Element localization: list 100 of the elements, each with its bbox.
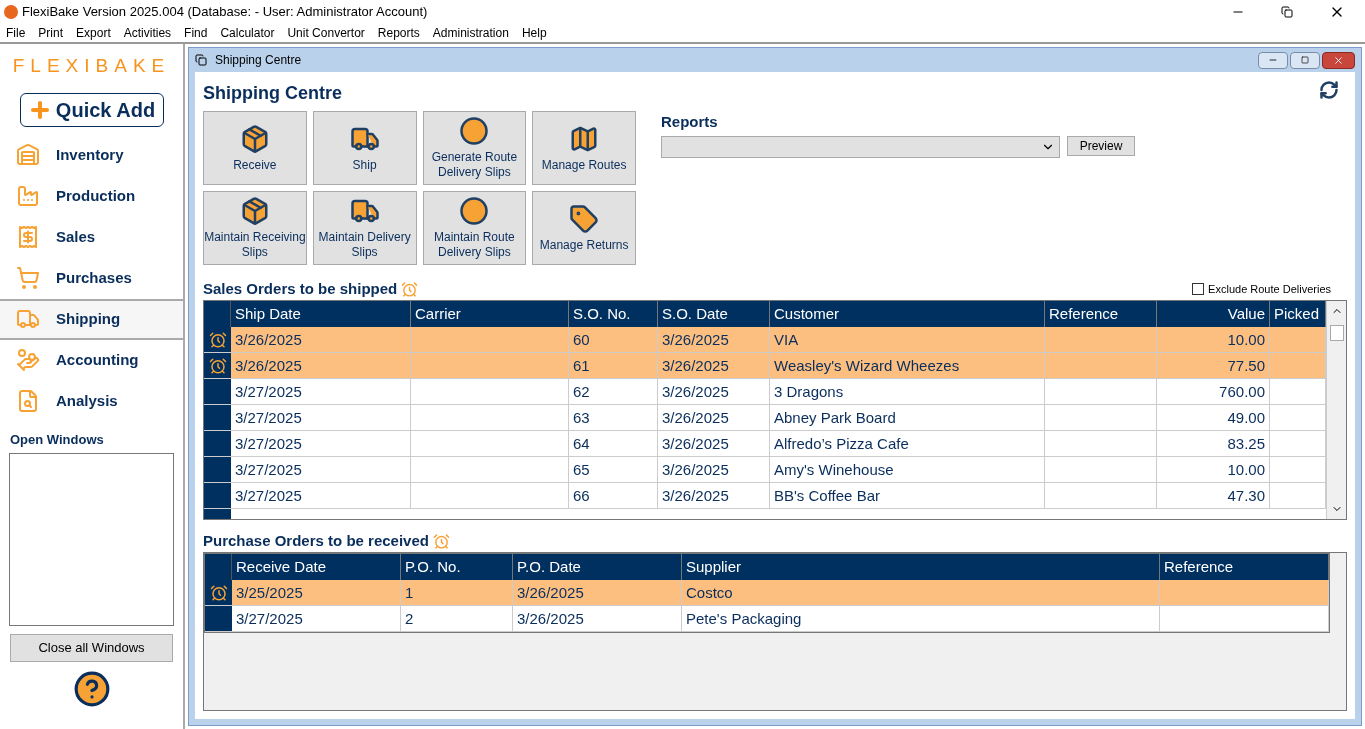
row-header[interactable]	[205, 580, 232, 605]
action-button[interactable]: Maintain Receiving Slips	[203, 191, 307, 265]
table-cell: 3/26/2025	[658, 353, 770, 378]
table-cell: 3/26/2025	[658, 483, 770, 508]
table-cell: 47.30	[1157, 483, 1270, 508]
menu-item[interactable]: Export	[76, 24, 111, 42]
alarm-icon	[209, 583, 228, 602]
table-cell: 1	[401, 580, 513, 605]
action-button[interactable]: Manage Routes	[532, 111, 636, 185]
table-cell: BB's Coffee Bar	[770, 483, 1045, 508]
row-header[interactable]	[204, 327, 231, 352]
table-row[interactable]: 3/26/2025 60 3/26/2025 VIA 10.00	[204, 327, 1326, 353]
help-icon[interactable]	[72, 670, 111, 708]
table-cell: 3/26/2025	[513, 580, 682, 605]
action-button[interactable]: Maintain Delivery Slips	[312, 191, 417, 265]
menu-item[interactable]: Find	[184, 24, 208, 42]
table-cell: 49.00	[1157, 405, 1270, 430]
logo-text: FLEXIBAKE	[11, 54, 172, 78]
table-cell: 3/27/2025	[232, 606, 401, 631]
scroll-thumb[interactable]	[1329, 325, 1344, 341]
table-cell: 3/26/2025	[231, 327, 411, 352]
scrollbar[interactable]	[1326, 301, 1346, 519]
table-cell: 63	[569, 405, 658, 430]
nav-item[interactable]: Sales	[0, 216, 183, 258]
nav-icon	[16, 184, 40, 208]
nav-icon	[16, 225, 40, 249]
table-row[interactable]: 3/27/2025 2 3/26/2025 Pete's Packaging	[205, 606, 1329, 632]
table-row[interactable]: 3/26/2025 61 3/26/2025 Weasley's Wizard Wheezes 77.50	[204, 353, 1326, 379]
open-windows-list[interactable]	[9, 453, 174, 626]
exclude-route-checkbox[interactable]: Exclude Route Deliveries	[1192, 280, 1331, 298]
table-row[interactable]: 3/27/2025 64 3/26/2025 Alfredo’s Pizza Cafe 83.25	[204, 431, 1326, 457]
menu-item[interactable]: Calculator	[220, 24, 275, 42]
close-all-button[interactable]: Close all Windows	[10, 634, 173, 662]
alarm-icon	[208, 330, 227, 349]
table-cell: Amy's Winehouse	[770, 457, 1045, 482]
page-heading: Shipping Centre	[203, 82, 342, 105]
alarm-icon	[208, 356, 227, 375]
table-cell: 3/26/2025	[658, 379, 770, 404]
table-cell: 3/26/2025	[658, 431, 770, 456]
nav-icon	[16, 143, 40, 167]
menu-item[interactable]: Unit Convertor	[287, 24, 365, 42]
table-cell: 3/26/2025	[658, 457, 770, 482]
table-row[interactable]: 3/27/2025 66 3/26/2025 BB's Coffee Bar 47.30	[204, 483, 1326, 509]
maximize-button[interactable]	[1290, 51, 1320, 69]
reports-label: Reports	[661, 112, 719, 132]
menu-item[interactable]: Help	[521, 24, 547, 42]
preview-button[interactable]: Preview	[1067, 135, 1135, 156]
action-button[interactable]: Ship	[312, 111, 417, 185]
table-row[interactable]: 3/27/2025 62 3/26/2025 3 Dragons 760.00	[204, 379, 1326, 405]
nav-item[interactable]: Purchases	[0, 257, 183, 299]
table-row[interactable]: 3/27/2025 65 3/26/2025 Amy's Winehouse 10.00	[204, 457, 1326, 483]
nav-item[interactable]: Inventory	[0, 134, 183, 176]
section-label: Open Windows	[10, 430, 105, 449]
alarm-icon	[432, 532, 450, 550]
table-cell: 65	[569, 457, 658, 482]
action-icon	[569, 203, 600, 234]
quick-add-button[interactable]: Quick Add	[19, 92, 164, 127]
nav-item[interactable]: Shipping	[0, 298, 183, 340]
table-cell: 3/26/2025	[658, 327, 770, 352]
table-cell: 83.25	[1157, 431, 1270, 456]
row-header[interactable]	[204, 353, 231, 378]
table-cell: VIA	[770, 327, 1045, 352]
nav-icon	[16, 348, 40, 372]
nav-item[interactable]: Accounting	[0, 339, 183, 381]
table-cell: 3/27/2025	[231, 431, 411, 456]
action-button[interactable]: Manage Returns	[532, 191, 636, 265]
nav-item[interactable]: Production	[0, 175, 183, 217]
menu-item[interactable]: Activities	[123, 24, 172, 42]
refresh-icon[interactable]	[1319, 80, 1339, 100]
table-cell: 760.00	[1157, 379, 1270, 404]
table-cell: 3/26/2025	[231, 353, 411, 378]
table-cell: 10.00	[1157, 327, 1270, 352]
table-cell: Weasley's Wizard Wheezes	[770, 353, 1045, 378]
restore-icon[interactable]	[1281, 6, 1293, 18]
action-icon	[459, 116, 490, 146]
menu-item[interactable]: Print	[38, 24, 64, 42]
nav-item[interactable]: Analysis	[0, 380, 183, 422]
section-title: Sales Orders to be shipped	[203, 278, 398, 299]
maximize-icon[interactable]	[1301, 56, 1309, 64]
nav-icon	[16, 266, 40, 290]
minimize-button[interactable]	[1258, 51, 1288, 69]
table-cell: 10.00	[1157, 457, 1270, 482]
table-cell: 3/26/2025	[513, 606, 682, 631]
close-button[interactable]	[1322, 51, 1355, 69]
table-cell: 3/27/2025	[231, 379, 411, 404]
table-row[interactable]: 3/27/2025 63 3/26/2025 Abney Park Board 49.00	[204, 405, 1326, 431]
table-cell: Alfredo’s Pizza Cafe	[770, 431, 1045, 456]
section-title: Purchase Orders to be received	[203, 530, 429, 551]
nav-icon	[16, 307, 40, 331]
action-button[interactable]: Receive	[203, 111, 307, 185]
table-row[interactable]: 3/25/2025 1 3/26/2025 Costco	[205, 580, 1329, 606]
nav-icon	[16, 389, 40, 413]
alarm-icon	[401, 280, 419, 298]
action-button[interactable]: Generate Route Delivery Slips	[422, 111, 527, 185]
reports-dropdown[interactable]	[661, 135, 1060, 158]
action-button[interactable]: Maintain Route Delivery Slips	[422, 191, 527, 265]
menu-item[interactable]: Administration	[432, 24, 509, 42]
menu-item[interactable]: Reports	[377, 24, 420, 42]
menu-item[interactable]: File	[6, 24, 26, 42]
window-icon	[195, 54, 207, 66]
